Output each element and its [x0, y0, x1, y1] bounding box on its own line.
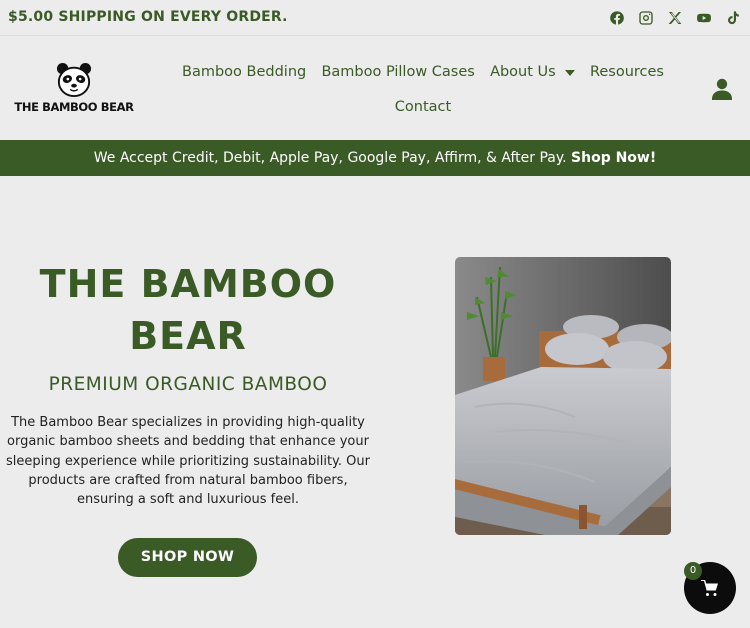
- payment-banner: We Accept Credit, Debit, Apple Pay, Goog…: [0, 140, 750, 176]
- youtube-icon[interactable]: [694, 8, 713, 27]
- shop-now-button[interactable]: SHOP NOW: [118, 538, 257, 577]
- nav-bamboo-bedding[interactable]: Bamboo Bedding: [182, 64, 306, 80]
- main-nav: Bamboo Bedding Bamboo Pillow Cases About…: [168, 58, 678, 115]
- hero-description: The Bamboo Bear specializes in providing…: [6, 415, 370, 508]
- account-button[interactable]: [712, 78, 732, 100]
- chevron-down-icon: [564, 70, 575, 76]
- hero-subtitle: PREMIUM ORGANIC BAMBOO: [48, 374, 328, 395]
- nav-bamboo-pillow-cases[interactable]: Bamboo Pillow Cases: [321, 64, 474, 80]
- nav-about-label: About Us: [490, 64, 556, 80]
- user-icon: [712, 78, 732, 100]
- shipping-promo: $5.00 SHIPPING ON EVERY ORDER.: [8, 9, 288, 25]
- site-logo[interactable]: THE BAMBOO BEAR: [12, 62, 136, 116]
- bed-product-image: [455, 257, 671, 535]
- panda-logo-icon: [56, 62, 92, 98]
- site-header: THE BAMBOO BEAR Bamboo Bedding Bamboo Pi…: [0, 36, 750, 140]
- nav-contact[interactable]: Contact: [395, 99, 451, 115]
- nav-about-us[interactable]: About Us: [490, 64, 575, 80]
- tiktok-icon[interactable]: [723, 8, 742, 27]
- banner-shop-now-link[interactable]: Shop Now!: [571, 150, 656, 166]
- cart-icon: [701, 580, 718, 596]
- x-icon[interactable]: [665, 8, 684, 27]
- top-bar: $5.00 SHIPPING ON EVERY ORDER.: [0, 0, 750, 36]
- logo-text: THE BAMBOO BEAR: [14, 100, 134, 114]
- instagram-icon[interactable]: [636, 8, 655, 27]
- facebook-icon[interactable]: [607, 8, 626, 27]
- hero-title: THE BAMBOO BEAR: [39, 262, 337, 358]
- social-links: [607, 8, 742, 27]
- nav-resources[interactable]: Resources: [590, 64, 664, 80]
- banner-text: We Accept Credit, Debit, Apple Pay, Goog…: [93, 150, 567, 166]
- cart-count-badge: 0: [684, 562, 702, 580]
